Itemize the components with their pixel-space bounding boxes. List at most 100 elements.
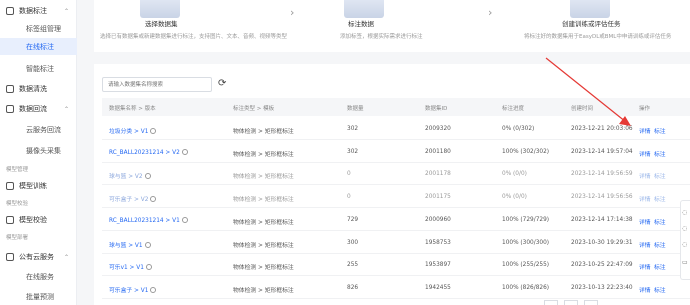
table-row: 球与篮 > V2 物体检测 > 矩形框标注 0 2001178 0% (0/0) 2023… (102, 163, 690, 186)
cell-annotation-type: 物体检测 > 矩形框标注 (233, 219, 294, 226)
annotate-illustration-icon (344, 0, 384, 18)
chevron-up-icon: ⌃ (64, 7, 70, 15)
detail-link[interactable]: 详情 (639, 285, 651, 294)
dataset-name-link[interactable]: 球与篮 > V1 (109, 240, 151, 249)
info-icon[interactable] (144, 241, 151, 248)
annotate-link[interactable]: 标注 (654, 262, 666, 271)
annotate-link[interactable]: 标注 (654, 126, 666, 135)
table-row: 垃圾分类 > V1 物体检测 > 矩形框标注 302 2009320 0% (0/302… (102, 118, 690, 140)
dataset-name-link[interactable]: 可乐v1 > V1 (109, 262, 152, 271)
detail-link[interactable]: 详情 (639, 240, 651, 249)
dataset-name-text: 球与篮 > V2 (109, 174, 143, 181)
cell-annotation-type: 物体检测 > 矩形框标注 (233, 174, 294, 181)
pagination[interactable] (544, 300, 640, 305)
cell-dataset-id: 1958753 (425, 239, 451, 246)
annotate-link[interactable]: 标注 (654, 240, 666, 249)
cell-progress: 100% (302/302) (502, 148, 550, 155)
nav-group-public-cloud[interactable]: 公有云服务 ⌃ (0, 249, 77, 265)
cell-count: 302 (347, 126, 359, 132)
cell-progress: 100% (729/729) (502, 216, 550, 223)
feedback-icon[interactable]: ◌ (682, 209, 687, 216)
detail-link[interactable]: 详情 (639, 262, 651, 271)
dataset-name-link[interactable]: 垃圾分类 > V1 (109, 126, 157, 135)
table-row: 可乐盒子 > V2 物体检测 > 矩形框标注 0 2001175 0% (0/0) 202… (102, 186, 690, 209)
info-icon[interactable] (150, 286, 157, 293)
cell-count: 729 (347, 216, 359, 223)
table-row: 球与篮 > V1 物体检测 > 矩形框标注 300 1958753 100% (300/… (102, 232, 690, 254)
sidebar-item-online-annotation[interactable]: 在线标注 (0, 38, 77, 55)
column-header: 数据集ID (425, 106, 448, 112)
cell-created-time: 2023-10-25 22:47:09 (571, 262, 633, 269)
table-row: 可乐盒子 > V1 物体检测 > 矩形框标注 826 1942455 100% (826… (102, 277, 690, 299)
dataset-name-text: 可乐盒子 > V1 (109, 287, 149, 294)
search-field[interactable] (102, 77, 212, 92)
annotate-link[interactable]: 标注 (654, 194, 666, 203)
detail-link[interactable]: 详情 (639, 149, 651, 158)
cell-created-time: 2023-12-14 19:56:56 (571, 194, 633, 201)
info-icon[interactable] (181, 216, 188, 223)
cell-annotation-type: 物体检测 > 矩形框标注 (233, 242, 294, 249)
cloud-icon (6, 253, 14, 261)
cell-progress: 0% (0/302) (502, 126, 535, 132)
cell-created-time: 2023-12-14 17:14:38 (571, 216, 633, 223)
nav-group-model-training[interactable]: 模型训练 (0, 178, 77, 194)
detail-link[interactable]: 详情 (639, 171, 651, 180)
dataset-name-link[interactable]: 可乐盒子 > V1 (109, 285, 157, 294)
section-label-model-check: 模型校验 (6, 201, 29, 207)
info-icon[interactable] (150, 196, 157, 203)
cell-dataset-id: 2001178 (425, 171, 451, 178)
collapse-icon[interactable]: ▭ (682, 259, 688, 266)
cell-progress: 100% (255/255) (502, 262, 550, 269)
nav-group-model-check[interactable]: 模型校验 (0, 212, 77, 228)
annotate-link[interactable]: 标注 (654, 285, 666, 294)
column-header: 标注进度 (502, 106, 525, 112)
page-next-button[interactable] (584, 300, 598, 305)
dataset-name-text: 球与篮 > V1 (109, 242, 143, 249)
nav-group-data-cleaning[interactable]: 数据清洗 (0, 81, 77, 97)
cell-created-time: 2023-12-14 19:56:59 (571, 171, 633, 178)
sidebar-item-label-groups[interactable]: 标签组管理 (0, 20, 77, 37)
sidebar-item-batch-predict[interactable]: 批量预测 (0, 288, 77, 305)
table-header: 数据集名称 > 版本 标注类型 > 模板 数据量 数据集ID 标注进度 创建时间… (102, 98, 690, 116)
step-arrow-icon: › (488, 6, 493, 19)
detail-link[interactable]: 详情 (639, 126, 651, 135)
cell-progress: 100% (300/300) (502, 239, 550, 246)
info-icon[interactable] (150, 128, 157, 134)
sidebar-item-online-service[interactable]: 在线服务 (0, 268, 77, 285)
cell-annotation-type: 物体检测 > 矩形框标注 (233, 197, 294, 204)
cell-annotation-type: 物体检测 > 矩形框标注 (233, 129, 294, 135)
column-header: 数据集名称 > 版本 (109, 106, 156, 112)
cell-created-time: 2023-10-30 19:29:31 (571, 239, 633, 246)
sidebar-item-cloud-reflow[interactable]: 云服务回流 (0, 121, 77, 138)
cell-progress: 100% (826/826) (502, 284, 550, 291)
info-icon[interactable] (181, 148, 188, 155)
page-prev-button[interactable] (544, 300, 558, 305)
page-number-button[interactable] (564, 300, 578, 305)
cell-dataset-id: 1953897 (425, 262, 451, 269)
detail-link[interactable]: 详情 (639, 217, 651, 226)
nav-group-data-reflow[interactable]: 数据回流 ⌃ (0, 101, 77, 117)
annotate-link[interactable]: 标注 (654, 217, 666, 226)
dataset-name-link[interactable]: RC_BALL20231214 > V2 (109, 148, 188, 156)
chat-icon[interactable]: ◌ (682, 225, 687, 232)
dataset-name-link[interactable]: 可乐盒子 > V2 (109, 194, 157, 203)
phone-icon[interactable]: ◌ (682, 241, 687, 248)
info-icon[interactable] (145, 264, 152, 271)
annotate-link[interactable]: 标注 (654, 149, 666, 158)
dataset-name-link[interactable]: 球与篮 > V2 (109, 171, 151, 180)
dataset-name-text: RC_BALL20231214 > V2 (109, 149, 180, 156)
table-row: RC_BALL20231214 > V1 物体检测 > 矩形框标注 729 20009… (102, 209, 690, 231)
cell-dataset-id: 2000960 (425, 216, 451, 223)
annotate-link[interactable]: 标注 (654, 171, 666, 180)
column-header: 数据量 (347, 106, 364, 112)
sidebar-item-smart-annotation[interactable]: 智能标注 (0, 60, 77, 77)
sidebar-item-camera-capture[interactable]: 摄像头采集 (0, 142, 77, 159)
refresh-icon[interactable]: ⟳ (218, 77, 230, 91)
dataset-name-text: 可乐v1 > V1 (109, 265, 144, 272)
cell-annotation-type: 物体检测 > 矩形框标注 (233, 287, 294, 294)
search-input[interactable] (108, 80, 208, 90)
info-icon[interactable] (144, 173, 151, 180)
nav-group-data-annotation[interactable]: 数据标注 ⌃ (0, 3, 77, 19)
detail-link[interactable]: 详情 (639, 194, 651, 203)
dataset-name-link[interactable]: RC_BALL20231214 > V1 (109, 216, 188, 224)
